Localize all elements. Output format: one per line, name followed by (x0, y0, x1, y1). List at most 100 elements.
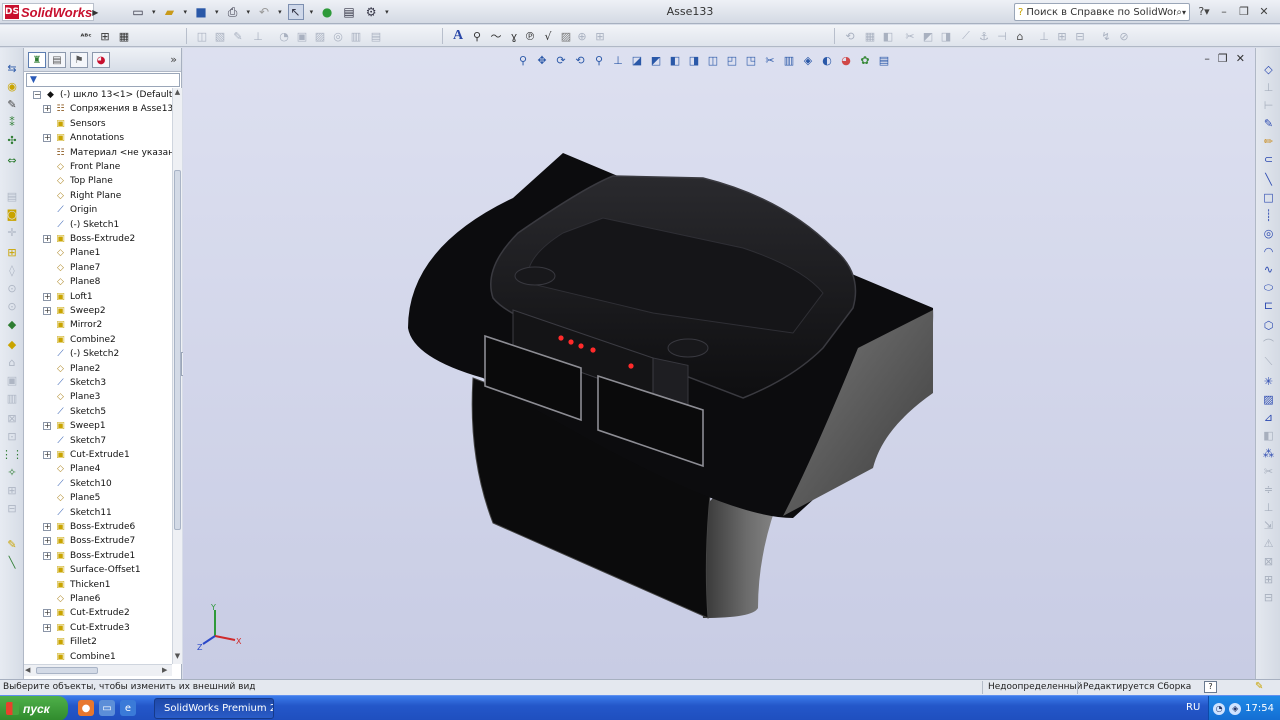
feature-tree-item[interactable]: ▣ Thicken1 (54, 578, 110, 592)
feature-tree-item[interactable]: ▣ Boss-Extrude1 (54, 549, 135, 563)
horizontal-dimension-icon[interactable]: ⊥ (1261, 80, 1276, 95)
check-entity-icon[interactable]: ⊠ (4, 410, 20, 426)
scroll-left-icon[interactable]: ◀ (25, 666, 30, 674)
auto-balloon-icon[interactable]: ◔ (276, 28, 292, 44)
3d-sketch-icon[interactable]: ✏ (1261, 134, 1276, 149)
undo-dropdown-icon[interactable]: ▾ (278, 8, 282, 16)
collapse-icon[interactable]: − (33, 91, 41, 99)
feature-tree-item[interactable]: ▣ Loft1 (54, 290, 92, 304)
feature-tree-item[interactable]: ◇ Plane8 (54, 275, 100, 289)
open-folder-icon[interactable]: ▰ (162, 4, 178, 20)
slot-tool-icon[interactable]: ⊏ (1261, 298, 1276, 313)
display-relations-icon[interactable]: ⚠ (1261, 536, 1276, 551)
rebuild-icon[interactable]: ● (319, 4, 335, 20)
sketch-tool-icon[interactable]: ⟲ (842, 28, 858, 44)
reference-geometry-icon[interactable]: ✛ (4, 224, 20, 240)
text-format-icon[interactable]: A (450, 28, 466, 44)
insert-component-icon[interactable]: ⇆ (4, 60, 20, 76)
feature-tree-item[interactable]: ◇ Plane1 (54, 246, 100, 260)
plane-icon[interactable]: ⊿ (1261, 410, 1276, 425)
options-icon[interactable]: ⚙ (363, 4, 379, 20)
zoom-annotation-icon[interactable]: ⚲ (469, 28, 485, 44)
new-document-icon[interactable]: ▭ (130, 4, 146, 20)
scroll-thumb[interactable] (174, 170, 181, 530)
move-component-icon[interactable]: ⁑ (4, 114, 20, 130)
display-manager-tab-icon[interactable]: ◕ (92, 52, 110, 68)
scroll-up-icon[interactable]: ▲ (173, 88, 182, 99)
repair-sketch-icon[interactable]: ⊠ (1261, 554, 1276, 569)
feature-tree-item[interactable]: ▣ Sweep2 (54, 304, 105, 318)
expand-icon[interactable]: + (43, 551, 51, 560)
close-icon[interactable]: ✕ (1256, 2, 1272, 20)
feature-tree-item[interactable]: ▣ Surface-Offset1 (54, 563, 140, 577)
select-arrow-icon[interactable]: ↖ (287, 4, 304, 20)
rectangle-icon[interactable]: □ (1261, 190, 1276, 205)
tray-network-icon[interactable]: ◔ (1213, 702, 1226, 715)
feature-tree-item[interactable]: ▣ Sweep1 (54, 419, 105, 433)
expand-icon[interactable]: + (43, 307, 51, 315)
assembly-visualization-icon[interactable]: ⋮⋮ (1, 446, 23, 462)
expand-icon[interactable]: + (43, 235, 51, 243)
check-icon[interactable]: √ (540, 28, 556, 44)
trim-icon[interactable]: ✂ (902, 28, 918, 44)
rapid-sketch-icon[interactable]: ⊥ (1036, 28, 1052, 44)
center-mark-icon[interactable]: ⊕ (574, 28, 590, 44)
clearance-verification-icon[interactable]: ◆ (4, 316, 20, 332)
feature-tree-tab-icon[interactable]: ♜ (28, 52, 46, 68)
expand-icon[interactable]: + (43, 134, 51, 143)
smart-dimension-icon[interactable]: ◫ (194, 28, 210, 44)
performance-evaluation-icon[interactable]: ✧ (4, 464, 20, 480)
help-menu-icon[interactable]: ?▾ (1196, 2, 1212, 20)
expand-icon[interactable]: + (43, 105, 51, 114)
scroll-right-icon[interactable]: ▶ (162, 666, 167, 674)
feature-tree-item[interactable]: ☷ Сопряжения в Asse133 (54, 102, 172, 116)
search-dropdown-icon[interactable]: ▾ (1182, 8, 1186, 17)
expand-icon[interactable]: + (43, 451, 51, 459)
paperclip-icon[interactable]: ✎ (4, 96, 20, 112)
feature-tree-item[interactable]: ▣ Mirror2 (54, 318, 102, 332)
mirror-entities-icon[interactable]: ◨ (938, 28, 954, 44)
select-dropdown-icon[interactable]: ▾ (310, 8, 314, 16)
feature-tree-item[interactable]: ◇ Plane4 (54, 462, 100, 476)
polygon-icon[interactable]: ⬡ (1261, 318, 1276, 333)
feature-tree-item[interactable]: ⟋ (-) Sketch1 (54, 218, 119, 232)
feature-tree-item[interactable]: ☷ Материал <не указан> (54, 146, 172, 160)
add-relation-icon[interactable]: ⊟ (1072, 28, 1088, 44)
datum-feature-icon[interactable]: ▤ (368, 28, 384, 44)
rapid-sketch-icon[interactable]: ⊟ (1261, 590, 1276, 605)
file-properties-icon[interactable]: ▤ (341, 4, 357, 20)
start-button[interactable]: пуск (0, 696, 68, 720)
balloon-icon[interactable]: ⊥ (250, 28, 266, 44)
feature-tree-item[interactable]: ⟋ Sketch7 (54, 434, 106, 448)
mate-icon[interactable]: ◉ (4, 78, 20, 94)
property-manager-tab-icon[interactable]: ▤ (48, 52, 66, 68)
configuration-manager-tab-icon[interactable]: ⚑ (70, 52, 88, 68)
expand-panel-icon[interactable]: » (170, 53, 177, 66)
clock[interactable]: 17:54 (1245, 703, 1274, 714)
feature-tree-item[interactable]: ▣ Combine1 (54, 650, 116, 664)
hatch-icon[interactable]: ▨ (558, 28, 574, 44)
expand-icon[interactable]: + (43, 609, 51, 618)
convert-entities-icon[interactable]: ◧ (880, 28, 896, 44)
feature-tree-item[interactable]: ▣ Boss-Extrude6 (54, 520, 135, 534)
feature-tree-item[interactable]: ◇ Plane2 (54, 362, 100, 376)
expand-icon[interactable]: + (43, 422, 51, 431)
feature-tree-item[interactable]: ⟋ Sketch11 (54, 506, 111, 520)
design-checker-icon[interactable]: ⊟ (4, 500, 20, 516)
status-help-button[interactable]: ? (1204, 681, 1217, 693)
feature-tree-item[interactable]: ▣ Cut-Extrude3 (54, 621, 129, 635)
feature-tree-item[interactable]: ▣ Combine2 (54, 333, 116, 347)
feature-tree-item[interactable]: ⟋ Sketch3 (54, 376, 106, 390)
feature-tree-item[interactable]: ◇ Plane3 (54, 390, 100, 404)
simulation-icon[interactable]: ⊞ (4, 482, 20, 498)
quick-snaps-icon[interactable]: ⊞ (1261, 572, 1276, 587)
mirror-entities-icon[interactable]: ⊥ (1261, 500, 1276, 515)
options-dropdown-icon[interactable]: ▾ (385, 8, 389, 16)
scroll-down-icon[interactable]: ▼ (173, 652, 182, 663)
print-icon[interactable]: ⎙ (225, 4, 241, 20)
point-icon[interactable]: ✳ (1261, 374, 1276, 389)
feature-tree-item[interactable]: ◇ Right Plane (54, 189, 121, 203)
interference-detection-icon[interactable]: ⊙ (4, 298, 20, 314)
expand-icon[interactable]: + (43, 292, 51, 301)
horizontal-scroll-thumb[interactable] (36, 667, 98, 674)
